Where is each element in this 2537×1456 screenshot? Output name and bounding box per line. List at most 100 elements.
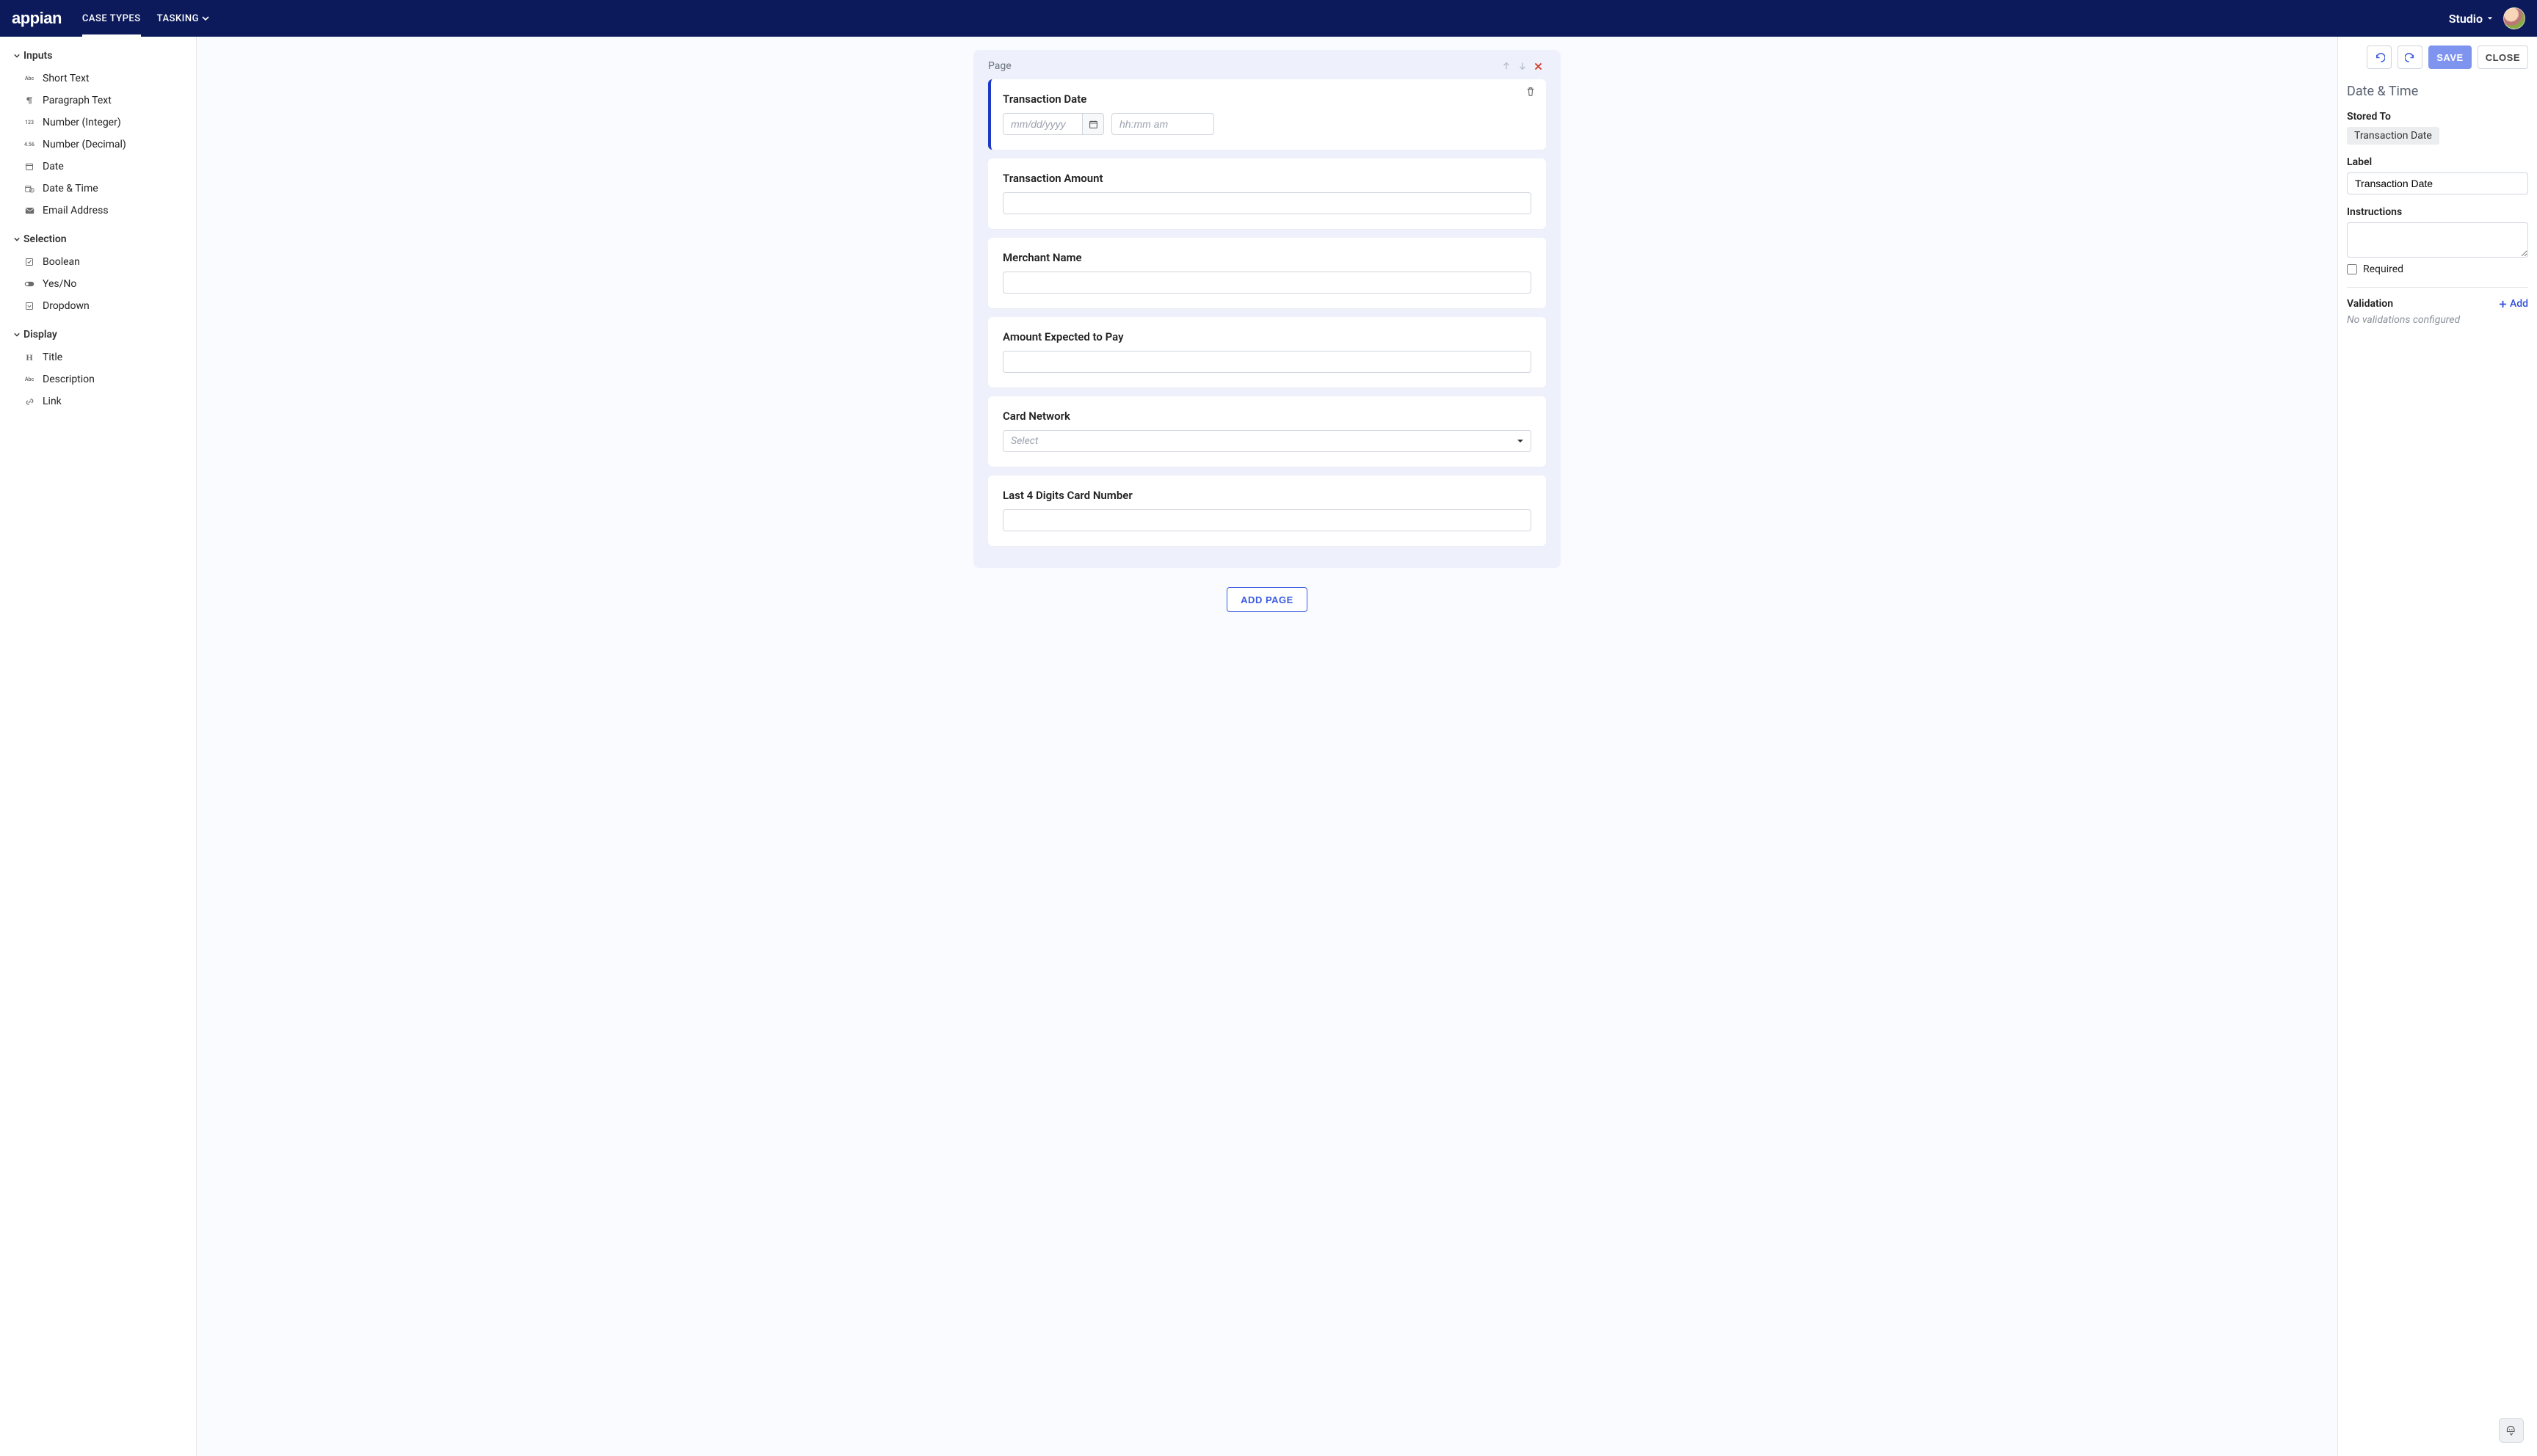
undo-button[interactable] — [2367, 46, 2392, 69]
calendar-icon — [23, 162, 35, 171]
instructions-textarea[interactable] — [2347, 222, 2528, 258]
nav-case-types[interactable]: CASE TYPES — [82, 0, 141, 37]
palette-item-label: Yes/No — [43, 278, 76, 290]
palette-group-selection[interactable]: Selection — [6, 229, 196, 250]
brand-logo: appian — [12, 9, 62, 28]
add-page-row: ADD PAGE — [973, 587, 1561, 612]
chevron-down-icon — [13, 332, 21, 338]
palette-email[interactable]: Email Address — [13, 200, 196, 222]
page-card-header: Page — [973, 50, 1561, 79]
close-button[interactable]: CLOSE — [2478, 46, 2528, 69]
palette-item-label: Boolean — [43, 256, 80, 268]
palette-dropdown[interactable]: Dropdown — [13, 295, 196, 317]
field-label: Last 4 Digits Card Number — [1003, 489, 1531, 502]
field-label: Card Network — [1003, 410, 1531, 423]
link-icon — [23, 397, 35, 407]
palette-boolean[interactable]: Boolean — [13, 251, 196, 273]
add-validation-label: Add — [2510, 298, 2528, 310]
text-input[interactable] — [1003, 509, 1531, 531]
delete-page-button[interactable] — [1531, 62, 1546, 71]
field-label: Transaction Date — [1003, 92, 1531, 106]
nav-items: CASE TYPES TASKING — [82, 0, 209, 37]
palette-number-integer[interactable]: 123Number (Integer) — [13, 112, 196, 134]
required-checkbox[interactable] — [2347, 264, 2357, 274]
instructions-label: Instructions — [2347, 206, 2528, 218]
select-placeholder: Select — [1011, 435, 1038, 447]
number-icon: 123 — [23, 120, 35, 125]
user-avatar[interactable] — [2503, 7, 2525, 29]
field-label: Merchant Name — [1003, 251, 1531, 264]
workspace: Inputs AbcShort Text Paragraph Text 123N… — [0, 37, 2537, 1456]
text-icon: Abc — [23, 76, 35, 81]
nav-tasking-label: TASKING — [157, 13, 199, 24]
no-validations-text: No validations configured — [2347, 314, 2528, 326]
move-page-up-button[interactable] — [1498, 61, 1514, 71]
field-transaction-date[interactable]: Transaction Date — [988, 79, 1546, 150]
text-icon: Abc — [23, 376, 35, 382]
dropdown-icon — [23, 302, 35, 310]
time-input[interactable] — [1111, 113, 1214, 135]
decimal-icon: 4.56 — [23, 142, 35, 148]
palette-group-selection-label: Selection — [23, 233, 67, 245]
nav-tasking[interactable]: TASKING — [157, 0, 209, 37]
add-page-button[interactable]: ADD PAGE — [1227, 587, 1307, 612]
palette-short-text[interactable]: AbcShort Text — [13, 68, 196, 90]
brand-text: appian — [12, 9, 62, 28]
field-last-four-digits[interactable]: Last 4 Digits Card Number — [988, 476, 1546, 546]
palette-title[interactable]: H Title — [13, 346, 196, 368]
palette-display-items: H Title AbcDescription Link — [6, 345, 196, 420]
text-input[interactable] — [1003, 192, 1531, 214]
palette-group-display[interactable]: Display — [6, 324, 196, 345]
inspector-panel: SAVE CLOSE Date & Time Stored To Transac… — [2337, 37, 2537, 1456]
caret-down-icon — [2487, 15, 2493, 21]
add-validation-button[interactable]: Add — [2499, 298, 2528, 310]
save-button[interactable]: SAVE — [2428, 46, 2471, 69]
palette-date[interactable]: Date — [13, 156, 196, 178]
label-label: Label — [2347, 156, 2528, 168]
nav-right: Studio — [2449, 7, 2525, 29]
nav-studio[interactable]: Studio — [2449, 12, 2493, 26]
palette-paragraph-text[interactable]: Paragraph Text — [13, 90, 196, 112]
palette-inputs-items: AbcShort Text Paragraph Text 123Number (… — [6, 66, 196, 229]
mail-icon — [23, 207, 35, 214]
field-amount-expected[interactable]: Amount Expected to Pay — [988, 317, 1546, 387]
label-input[interactable] — [2347, 172, 2528, 194]
chevron-down-icon — [13, 53, 21, 59]
move-page-down-button[interactable] — [1514, 61, 1531, 71]
select-wrap: Select — [1003, 430, 1531, 452]
palette-selection-items: Boolean Yes/No Dropdown — [6, 250, 196, 324]
field-transaction-amount[interactable]: Transaction Amount — [988, 159, 1546, 229]
palette-group-inputs[interactable]: Inputs — [6, 46, 196, 66]
stored-to-pill: Transaction Date — [2347, 127, 2439, 145]
date-input[interactable] — [1003, 113, 1082, 135]
palette-yesno[interactable]: Yes/No — [13, 273, 196, 295]
text-input[interactable] — [1003, 351, 1531, 373]
inspector-label: Label — [2347, 156, 2528, 194]
inspector-instructions: Instructions Required — [2347, 206, 2528, 275]
inspector-title: Date & Time — [2347, 84, 2528, 99]
palette-item-label: Link — [43, 396, 62, 407]
nav-case-types-label: CASE TYPES — [82, 13, 141, 24]
date-input-group — [1003, 113, 1104, 135]
heading-icon: H — [23, 352, 35, 363]
palette-description[interactable]: AbcDescription — [13, 368, 196, 390]
delete-field-button[interactable] — [1525, 87, 1536, 97]
field-merchant-name[interactable]: Merchant Name — [988, 238, 1546, 308]
calendar-picker-button[interactable] — [1082, 113, 1104, 135]
inspector-stored-to: Stored To Transaction Date — [2347, 111, 2528, 145]
redo-button[interactable] — [2398, 46, 2422, 69]
validation-label: Validation — [2347, 298, 2393, 310]
palette-item-label: Title — [43, 352, 62, 363]
palette-link[interactable]: Link — [13, 390, 196, 412]
toggle-icon — [23, 280, 35, 288]
select-input[interactable]: Select — [1003, 430, 1531, 452]
checkbox-icon — [23, 258, 35, 266]
palette-datetime[interactable]: Date & Time — [13, 178, 196, 200]
text-input[interactable] — [1003, 272, 1531, 294]
inspector-body: Date & Time Stored To Transaction Date L… — [2338, 76, 2537, 349]
assistant-button[interactable] — [2499, 1418, 2524, 1443]
palette-number-decimal[interactable]: 4.56Number (Decimal) — [13, 134, 196, 156]
field-label: Amount Expected to Pay — [1003, 330, 1531, 343]
field-card-network[interactable]: Card Network Select — [988, 396, 1546, 467]
palette-group-display-label: Display — [23, 329, 57, 341]
